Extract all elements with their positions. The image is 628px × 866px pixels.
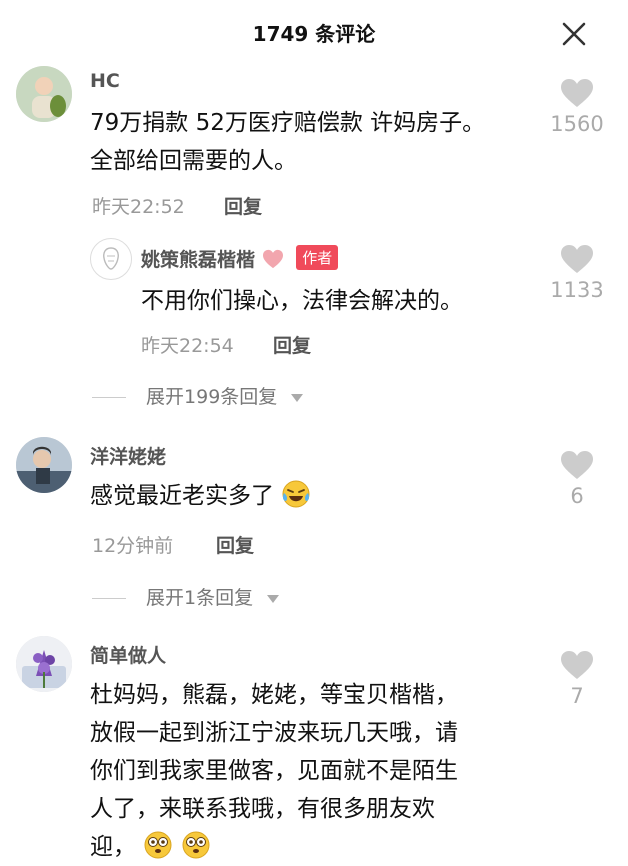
like-button[interactable]: 1133 [542, 244, 612, 302]
like-count: 1133 [550, 278, 604, 302]
comment-text: 感觉最近老实多了 [90, 477, 311, 515]
comment-text-line: 79万捐款 52万医疗赔偿款 许妈房子。 [90, 110, 486, 136]
heart-icon [561, 79, 593, 107]
like-button[interactable]: 6 [542, 450, 612, 508]
heart-icon [561, 245, 593, 273]
heart-icon [561, 451, 593, 479]
comment-author[interactable]: HC [90, 70, 120, 92]
flushed-emoji-icon [144, 831, 172, 859]
reply-button[interactable]: 回复 [216, 531, 254, 558]
comment-text-line: 杜妈妈，熊磊，姥姥，等宝贝楷楷， [90, 682, 458, 708]
comment-time: 12分钟前 [92, 535, 174, 557]
avatar[interactable] [16, 66, 72, 122]
laughing-tears-emoji-icon [282, 480, 310, 508]
close-icon[interactable] [560, 20, 588, 48]
comment-text-content: 感觉最近老实多了 [90, 483, 274, 509]
comment-author[interactable]: 简单做人 [90, 641, 166, 668]
expand-replies-label: 展开199条回复 [146, 386, 278, 408]
comment-time: 昨天22:52 [92, 196, 185, 218]
comment-text-line: 你们到我家里做客，见面就不是陌生 [90, 758, 458, 784]
reply-time: 昨天22:54 [141, 335, 234, 357]
comment-text-line: 放假一起到浙江宁波来玩几天哦，请 [90, 720, 458, 746]
reply-text: 不用你们操心，法律会解决的。 [141, 288, 463, 314]
chevron-down-icon [267, 594, 280, 603]
like-count: 7 [570, 684, 584, 708]
chevron-down-icon [291, 393, 304, 402]
avatar[interactable] [16, 437, 72, 493]
comment-text-line: 人了，来联系我哦，有很多朋友欢 [90, 796, 435, 822]
comments-header: 1749 条评论 [0, 0, 628, 60]
like-count: 6 [570, 484, 584, 508]
divider [92, 598, 126, 599]
like-button[interactable]: 1560 [542, 78, 612, 136]
divider [92, 397, 126, 398]
flushed-emoji-icon [182, 831, 210, 859]
comment-text-line: 全部给回需要的人。 [90, 148, 297, 174]
reply-button[interactable]: 回复 [224, 192, 262, 219]
comment-author[interactable]: 洋洋姥姥 [90, 442, 166, 469]
expand-replies-label: 展开1条回复 [146, 587, 254, 609]
comments-count-title: 1749 条评论 [252, 22, 376, 46]
expand-replies-button[interactable]: 展开199条回复 [92, 382, 304, 409]
avatar[interactable] [16, 636, 72, 692]
reply-author[interactable]: 姚策熊磊楷楷 作者 [141, 245, 339, 272]
avatar[interactable] [90, 238, 132, 280]
comment-text-line: 迎， [90, 828, 458, 866]
heart-icon [561, 651, 593, 679]
reply-author-name: 姚策熊磊楷楷 [141, 249, 256, 271]
expand-replies-button[interactable]: 展开1条回复 [92, 583, 280, 610]
heart-emoji-icon [262, 249, 283, 269]
reply-button[interactable]: 回复 [273, 331, 311, 358]
like-button[interactable]: 7 [542, 650, 612, 708]
author-badge: 作者 [296, 245, 339, 270]
like-count: 1560 [550, 112, 604, 136]
comment-text-line-content: 迎， [90, 834, 136, 860]
comment-text: 79万捐款 52万医疗赔偿款 许妈房子。 全部给回需要的人。 [90, 104, 485, 180]
comment-text: 杜妈妈，熊磊，姥姥，等宝贝楷楷， 放假一起到浙江宁波来玩几天哦，请 你们到我家里… [90, 676, 458, 866]
